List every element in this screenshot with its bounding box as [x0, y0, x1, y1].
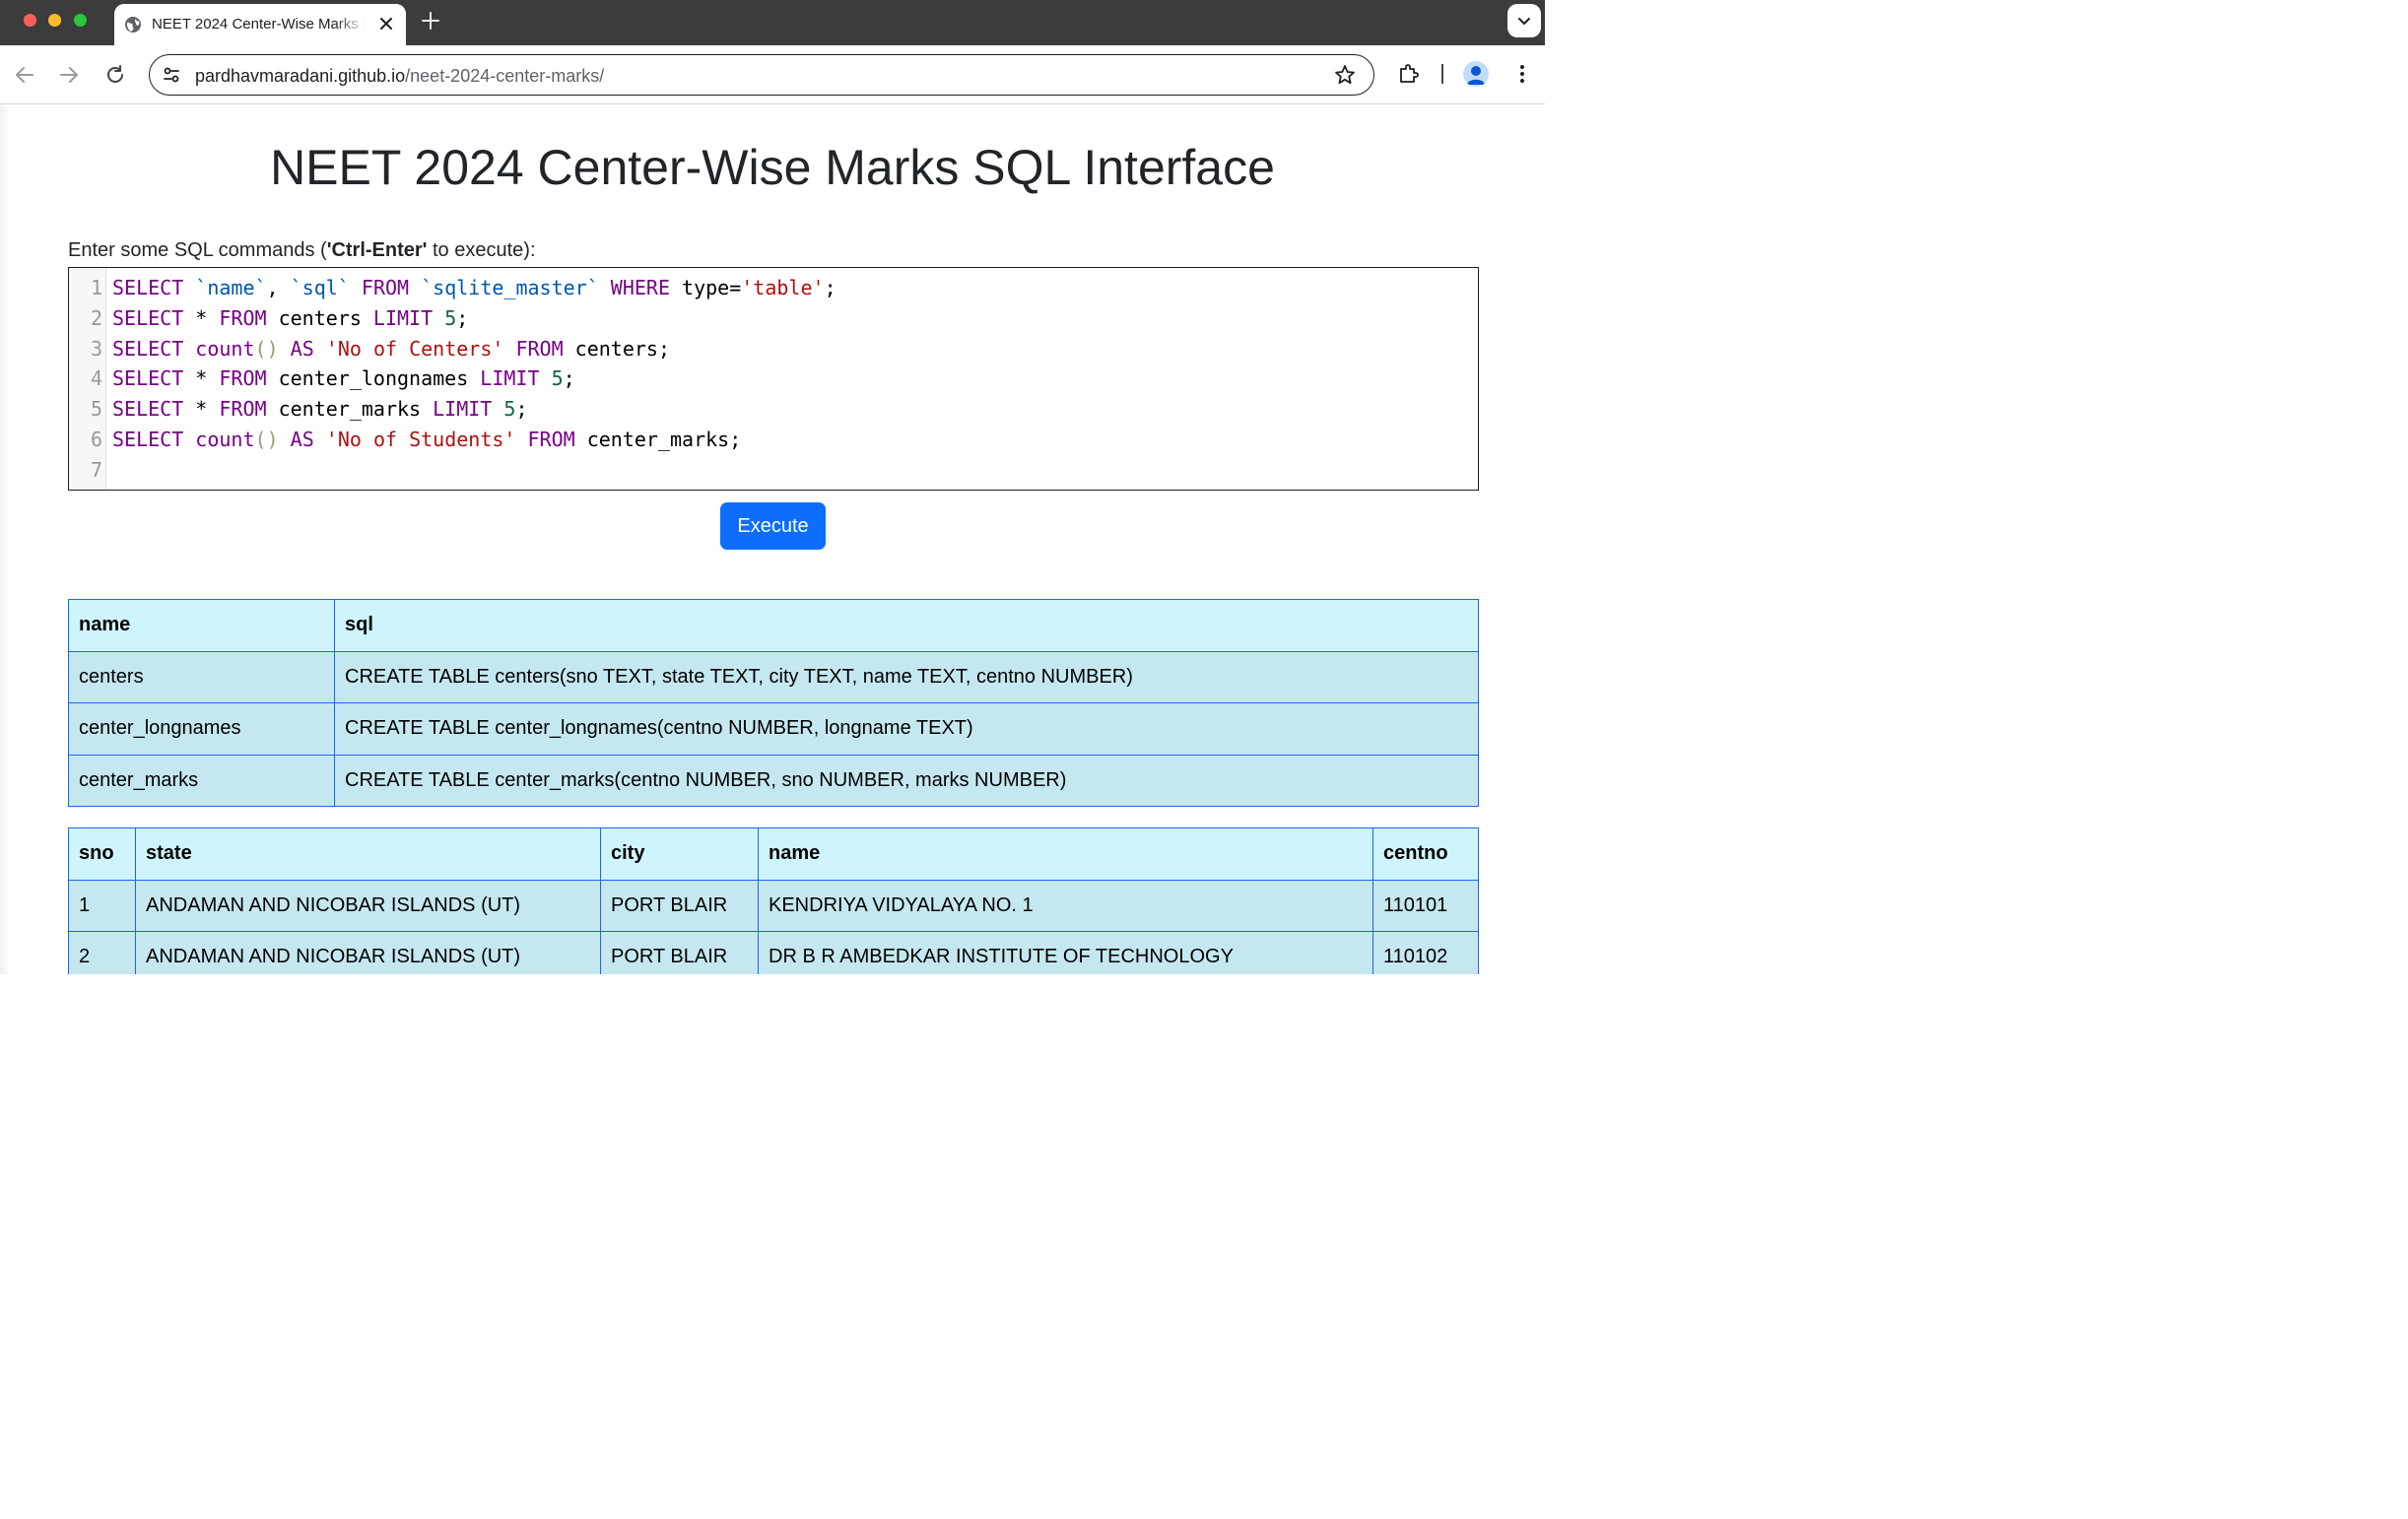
address-bar[interactable]: pardhavmaradani.github.io/neet-2024-cent…	[149, 54, 1374, 96]
table-cell: CREATE TABLE centers(sno TEXT, state TEX…	[334, 650, 1479, 703]
line-number: 1	[90, 276, 102, 299]
maximize-window-button[interactable]	[74, 14, 87, 27]
url-path: /neet-2024-center-marks/	[405, 66, 605, 86]
result-table-centers: sno state city name centno 1 ANDAMAN AND NICO…	[68, 827, 1479, 974]
tab-strip: NEET 2024 Center-Wise Marks SQL Interfac…	[0, 0, 1545, 45]
table-cell: 110101	[1372, 879, 1479, 932]
table-cell: center_marks	[68, 754, 335, 807]
table-cell: CREATE TABLE center_marks(centno NUMBER,…	[334, 754, 1479, 807]
column-header: centno	[1372, 827, 1479, 881]
browser-toolbar: pardhavmaradani.github.io/neet-2024-cent…	[0, 45, 1545, 104]
code-line[interactable]: SELECT count() AS 'No of Centers' FROM c…	[112, 337, 670, 361]
prompt-text-post: to execute):	[427, 239, 536, 261]
close-window-button[interactable]	[24, 14, 36, 27]
table-cell: DR B R AMBEDKAR INSTITUTE OF TECHNOLOGY	[758, 931, 1373, 974]
table-row: 2 ANDAMAN AND NICOBAR ISLANDS (UT) PORT BL…	[68, 931, 1479, 974]
page-title: NEET 2024 Center-Wise Marks SQL Interfac…	[270, 140, 1275, 195]
new-tab-icon[interactable]	[421, 11, 440, 31]
profile-avatar[interactable]	[1463, 61, 1489, 87]
url-text: pardhavmaradani.github.io/neet-2024-cent…	[195, 66, 604, 87]
column-header: city	[600, 827, 759, 881]
code-line[interactable]: SELECT * FROM center_longnames LIMIT 5;	[112, 366, 575, 390]
table-cell: 1	[68, 879, 136, 932]
table-cell: 110102	[1372, 931, 1479, 974]
table-header-row: name sql	[68, 599, 1479, 652]
column-header: sno	[68, 827, 136, 881]
forward-icon[interactable]	[58, 64, 80, 86]
table-cell: PORT BLAIR	[600, 879, 759, 932]
bookmark-star-icon[interactable]	[1334, 64, 1356, 86]
result-table-schema: name sql centers CREATE TABLE centers(sno …	[68, 599, 1479, 807]
table-row: 1 ANDAMAN AND NICOBAR ISLANDS (UT) PORT BL…	[68, 879, 1479, 932]
table-cell: ANDAMAN AND NICOBAR ISLANDS (UT)	[135, 879, 601, 932]
table-header-row: sno state city name centno	[68, 827, 1479, 881]
globe-icon	[125, 17, 141, 33]
sql-prompt-label: Enter some SQL commands ('Ctrl-Enter' to…	[68, 239, 536, 262]
url-host: pardhavmaradani.github.io	[195, 66, 406, 86]
code-line[interactable]: SELECT * FROM center_marks LIMIT 5;	[112, 397, 527, 421]
page-edge-shadow	[0, 105, 10, 974]
reload-icon[interactable]	[104, 64, 126, 86]
close-icon[interactable]	[376, 14, 396, 33]
sql-editor[interactable]: 1 2 3 4 5 6 7 SELECT `name`, `sql` FROM `sqlit…	[68, 267, 1479, 491]
column-header: state	[135, 827, 601, 881]
table-cell: KENDRIYA VIDYALAYA NO. 1	[758, 879, 1373, 932]
line-number: 2	[90, 305, 102, 330]
tab-title: NEET 2024 Center-Wise Marks SQL Interfac…	[152, 16, 367, 33]
page-content: NEET 2024 Center-Wise Marks SQL Interfac…	[0, 105, 1545, 974]
back-icon[interactable]	[14, 64, 35, 86]
code-line[interactable]: SELECT count() AS 'No of Students' FROM …	[112, 428, 741, 451]
extensions-puzzle-icon[interactable]	[1397, 62, 1421, 86]
table-cell: center_longnames	[68, 702, 335, 756]
column-header: name	[68, 599, 335, 652]
prompt-shortcut: 'Ctrl-Enter'	[326, 239, 428, 261]
prompt-text-pre: Enter some SQL commands (	[68, 239, 327, 261]
browser-tab-active[interactable]: NEET 2024 Center-Wise Marks SQL Interfac…	[114, 4, 406, 45]
column-header: name	[758, 827, 1373, 881]
table-cell: CREATE TABLE center_longnames(centno NUM…	[334, 702, 1479, 756]
line-number: 5	[90, 397, 102, 422]
table-cell: 2	[68, 931, 136, 974]
minimize-window-button[interactable]	[48, 14, 61, 27]
table-row: centers CREATE TABLE centers(sno TEXT, st…	[68, 650, 1479, 703]
line-number: 3	[90, 336, 102, 361]
site-settings-icon[interactable]	[162, 65, 181, 85]
table-row: center_longnames CREATE TABLE center_long…	[68, 702, 1479, 756]
toolbar-divider	[1441, 64, 1443, 84]
line-number: 7	[90, 457, 102, 482]
execute-button[interactable]: Execute	[720, 502, 826, 550]
chevron-down-icon	[1518, 18, 1530, 25]
table-row: center_marks CREATE TABLE center_marks(ce…	[68, 754, 1479, 807]
table-cell: centers	[68, 650, 335, 703]
line-number: 4	[90, 366, 102, 391]
line-number-gutter: 1 2 3 4 5 6 7	[69, 268, 106, 490]
line-number: 6	[90, 428, 102, 451]
code-line[interactable]: SELECT `name`, `sql` FROM `sqlite_master…	[112, 276, 836, 299]
table-cell: ANDAMAN AND NICOBAR ISLANDS (UT)	[135, 931, 601, 974]
more-options-icon[interactable]	[1513, 62, 1531, 86]
table-cell: PORT BLAIR	[600, 931, 759, 974]
code-line[interactable]: SELECT * FROM centers LIMIT 5;	[112, 306, 468, 330]
tab-search-button[interactable]	[1507, 4, 1541, 37]
person-icon	[1467, 66, 1485, 85]
column-header: sql	[334, 599, 1479, 652]
